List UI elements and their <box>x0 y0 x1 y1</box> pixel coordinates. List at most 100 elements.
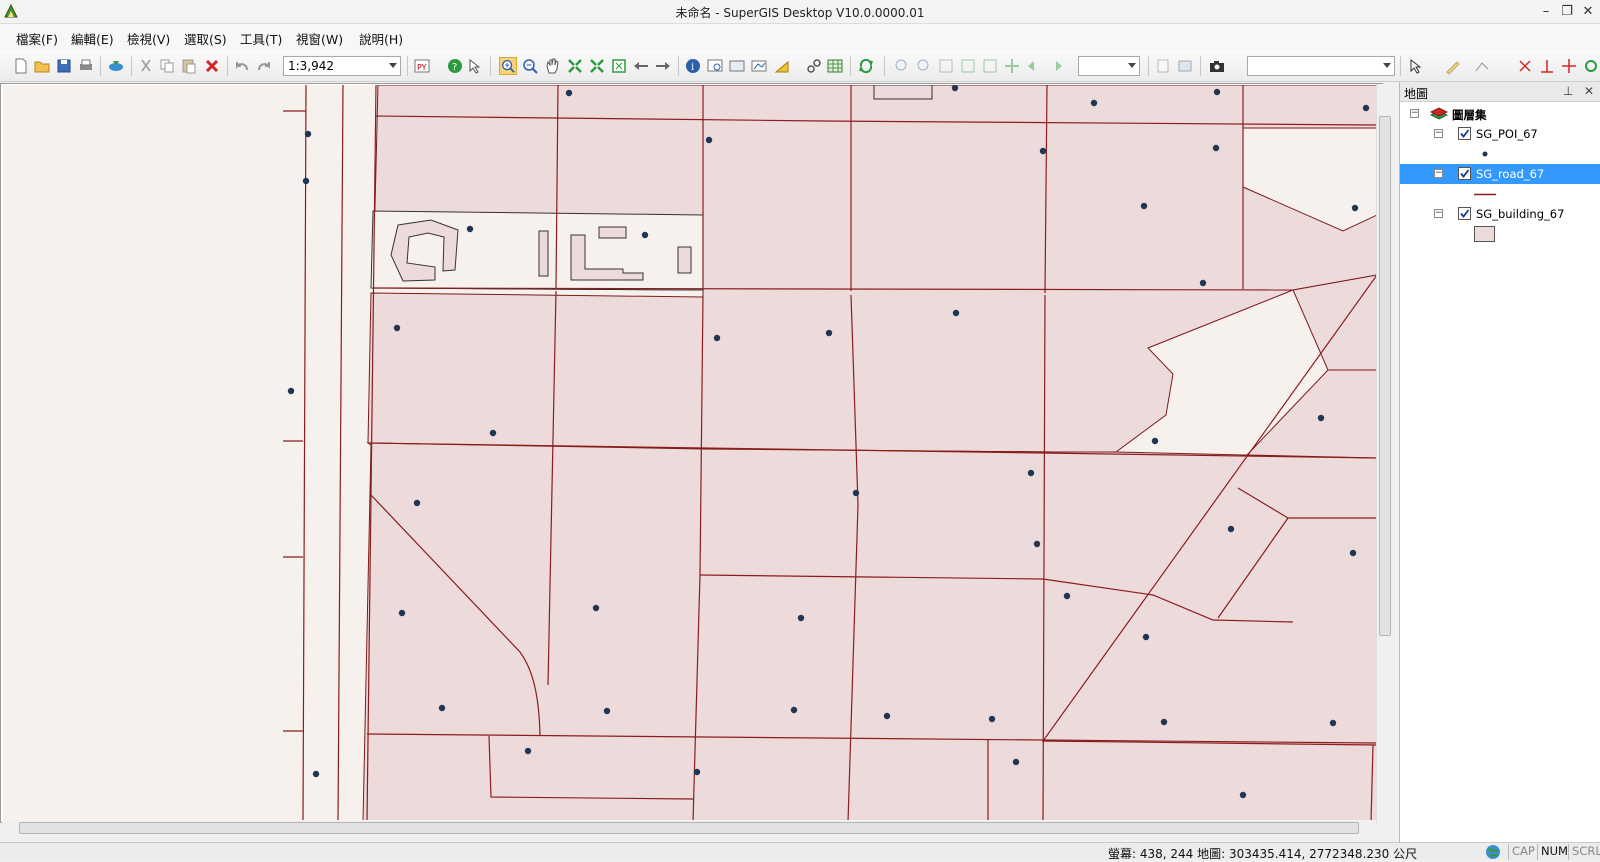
pan-icon[interactable] <box>543 57 561 75</box>
menu-window[interactable]: 視窗(W) <box>296 29 343 48</box>
menu-tools[interactable]: 工具(T) <box>240 29 282 48</box>
hyperlink-icon[interactable] <box>728 57 746 75</box>
save-icon[interactable] <box>55 57 73 75</box>
map-view[interactable] <box>0 83 1383 823</box>
poi-point[interactable] <box>641 231 649 239</box>
zoom-selected-icon[interactable] <box>915 57 933 75</box>
poi-point[interactable] <box>592 604 600 612</box>
panel-close-icon[interactable]: ✕ <box>1584 84 1594 98</box>
poi-point[interactable] <box>1329 719 1337 727</box>
fixed-zoom-out-icon[interactable] <box>588 57 606 75</box>
next-extent-icon[interactable] <box>1047 57 1065 75</box>
previous-extent-icon[interactable] <box>1025 57 1043 75</box>
table-icon[interactable] <box>826 57 844 75</box>
layer-row-road[interactable]: − SG_road_67 <box>1400 164 1600 184</box>
vertex-icon[interactable] <box>1474 57 1492 75</box>
poi-point[interactable] <box>1227 525 1235 533</box>
poi-point[interactable] <box>524 747 532 755</box>
switch-selection-icon[interactable] <box>981 57 999 75</box>
poi-point[interactable] <box>1362 104 1370 112</box>
refresh-icon[interactable] <box>857 57 875 75</box>
poi-point[interactable] <box>1039 147 1047 155</box>
poi-point[interactable] <box>393 324 401 332</box>
poi-point[interactable] <box>713 334 721 342</box>
horizontal-scroll-thumb[interactable] <box>19 822 1359 834</box>
help-icon[interactable]: ? <box>446 57 464 75</box>
python-icon[interactable]: PY <box>413 57 431 75</box>
edit-select-icon[interactable] <box>1408 57 1426 75</box>
poi-point[interactable] <box>790 706 798 714</box>
poi-point[interactable] <box>1151 437 1159 445</box>
layer-combo[interactable] <box>1247 56 1395 76</box>
vertical-scroll-thumb[interactable] <box>1379 116 1391 636</box>
undo-icon[interactable] <box>233 57 251 75</box>
poi-point[interactable] <box>398 609 406 617</box>
menu-view[interactable]: 檢視(V) <box>127 29 170 48</box>
clear-selection-icon[interactable] <box>937 57 955 75</box>
map-canvas[interactable] <box>3 85 1377 822</box>
redo-icon[interactable] <box>255 57 273 75</box>
perpendicular-icon[interactable] <box>1538 57 1556 75</box>
collapse-icon[interactable]: − <box>1410 109 1419 118</box>
poi-point[interactable] <box>988 715 996 723</box>
delete-vertex-icon[interactable] <box>1516 57 1534 75</box>
poi-point[interactable] <box>489 429 497 437</box>
tree-root[interactable]: − 圖層集 <box>1400 104 1600 124</box>
poi-point[interactable] <box>1160 718 1168 726</box>
zoom-out-icon[interactable] <box>521 57 539 75</box>
full-extent-icon[interactable] <box>610 57 628 75</box>
poi-point[interactable] <box>1212 144 1220 152</box>
poi-point[interactable] <box>1027 469 1035 477</box>
poi-point[interactable] <box>1317 414 1325 422</box>
minimize-icon[interactable]: – <box>1537 3 1555 21</box>
poi-point[interactable] <box>1090 99 1098 107</box>
zoom-in-icon[interactable] <box>499 57 517 75</box>
poi-point[interactable] <box>1351 204 1359 212</box>
collapse-icon[interactable]: − <box>1434 129 1443 138</box>
layout-icon[interactable] <box>1176 57 1194 75</box>
layer-visibility-checkbox[interactable] <box>1458 127 1471 140</box>
poi-point[interactable] <box>852 489 860 497</box>
poi-point[interactable] <box>312 770 320 778</box>
camera-icon[interactable] <box>1208 57 1226 75</box>
delete-icon[interactable] <box>203 57 221 75</box>
select-all-icon[interactable] <box>959 57 977 75</box>
poi-point[interactable] <box>1142 633 1150 641</box>
poi-point[interactable] <box>705 136 713 144</box>
whats-this-icon[interactable] <box>467 57 485 75</box>
poi-point[interactable] <box>1199 279 1207 287</box>
sketch-icon[interactable] <box>1444 57 1462 75</box>
poi-point[interactable] <box>951 85 959 92</box>
poi-point[interactable] <box>952 309 960 317</box>
layer-row-poi[interactable]: − SG_POI_67 <box>1400 124 1600 144</box>
link-icon[interactable] <box>805 57 823 75</box>
copy-icon[interactable] <box>158 57 176 75</box>
cross-icon[interactable] <box>1560 57 1578 75</box>
poi-point[interactable] <box>1213 88 1221 96</box>
menu-select[interactable]: 選取(S) <box>184 29 227 48</box>
forward-icon[interactable] <box>654 57 672 75</box>
horizontal-scrollbar[interactable] <box>2 820 1376 837</box>
poi-point[interactable] <box>438 704 446 712</box>
poi-point[interactable] <box>883 712 891 720</box>
menu-file[interactable]: 檔案(F) <box>16 29 58 48</box>
page-icon[interactable] <box>1154 57 1172 75</box>
collapse-icon[interactable]: − <box>1434 209 1443 218</box>
draw-icon[interactable] <box>773 57 791 75</box>
fixed-zoom-in-icon[interactable] <box>566 57 584 75</box>
poi-point[interactable] <box>1012 758 1020 766</box>
poi-point[interactable] <box>287 387 295 395</box>
poi-point[interactable] <box>302 177 310 185</box>
menu-edit[interactable]: 編輯(E) <box>71 29 114 48</box>
poi-point[interactable] <box>797 614 805 622</box>
pin-icon[interactable]: ⊥ <box>1563 84 1573 98</box>
restore-icon[interactable]: ❐ <box>1558 3 1576 21</box>
poi-point[interactable] <box>413 499 421 507</box>
poi-point[interactable] <box>603 707 611 715</box>
close-icon[interactable]: ✕ <box>1579 3 1597 21</box>
poi-point[interactable] <box>825 329 833 337</box>
find-icon[interactable] <box>706 57 724 75</box>
cut-icon[interactable] <box>137 57 155 75</box>
new-icon[interactable] <box>12 57 30 75</box>
layer-visibility-checkbox[interactable] <box>1458 167 1471 180</box>
